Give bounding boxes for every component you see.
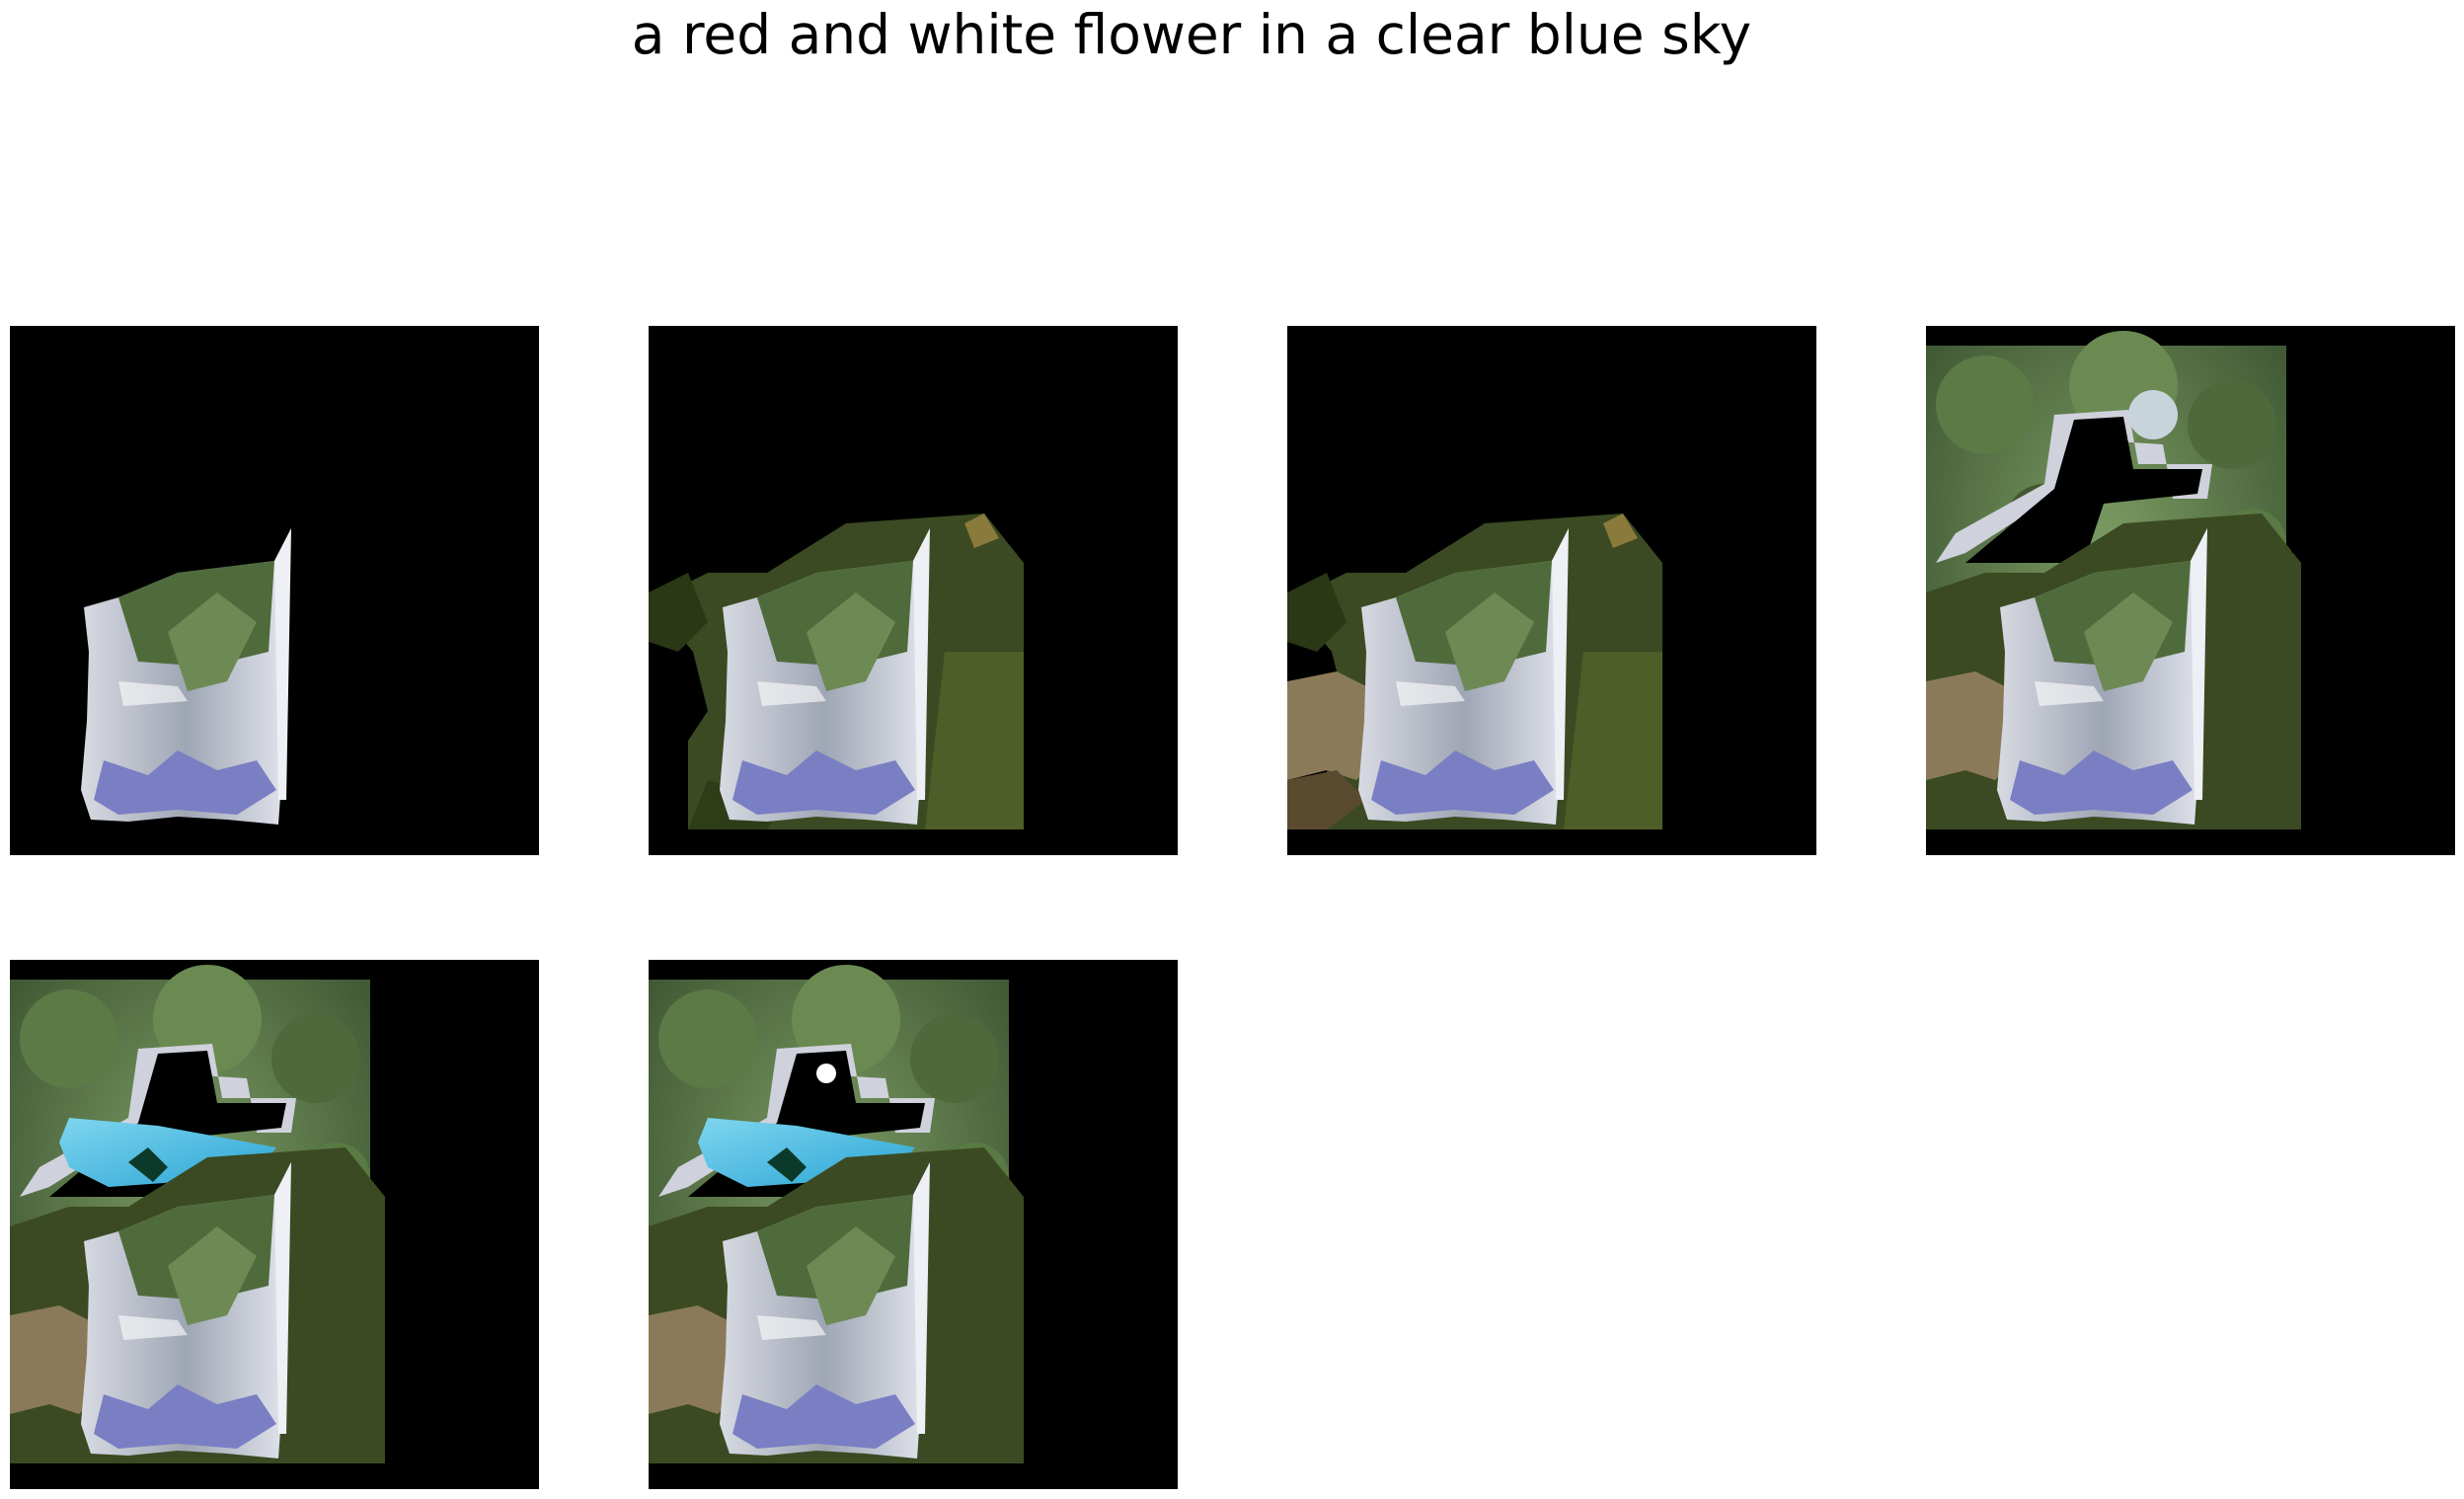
image-panel-5 bbox=[10, 960, 539, 1489]
panel-6-image bbox=[649, 960, 1178, 1489]
panel-2-image bbox=[649, 326, 1178, 855]
panel-4-image bbox=[1926, 326, 2455, 855]
panel-3-image bbox=[1287, 326, 1816, 855]
image-panel-4 bbox=[1926, 326, 2455, 855]
figure-title: a red and white flower in a clear blue s… bbox=[631, 3, 1752, 66]
panel-1-image bbox=[10, 326, 539, 855]
image-panel-1 bbox=[10, 326, 539, 855]
panel-5-image bbox=[10, 960, 539, 1489]
image-panel-3 bbox=[1287, 326, 1816, 855]
image-panel-6 bbox=[649, 960, 1178, 1489]
image-panel-2 bbox=[649, 326, 1178, 855]
